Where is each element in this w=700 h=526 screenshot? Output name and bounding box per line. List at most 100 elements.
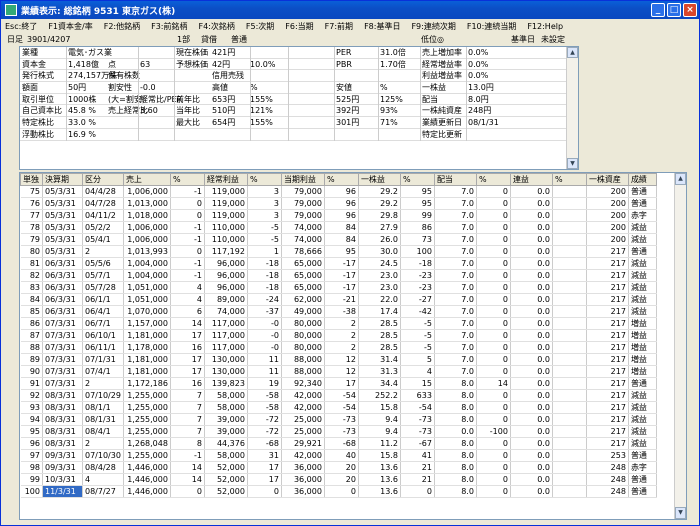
- column-header[interactable]: 経常利益: [203, 173, 248, 186]
- column-header[interactable]: 一株益: [357, 173, 401, 186]
- table-cell: 増益: [628, 317, 657, 330]
- table-cell: 58,000: [204, 389, 248, 402]
- info-scrollbar[interactable]: ▲ ▼: [566, 47, 578, 169]
- menu-f6[interactable]: F6:当期: [285, 21, 313, 32]
- table-cell: [552, 293, 587, 306]
- scroll-up-icon[interactable]: ▲: [567, 47, 578, 58]
- table-cell: 217: [586, 329, 629, 342]
- close-icon[interactable]: ×: [683, 3, 697, 17]
- table-row[interactable]: 81 06/3/31 05/5/6 1,004,000 -1 96,000 -18 65,00…: [20, 257, 657, 270]
- table-cell: [552, 257, 587, 270]
- table-row[interactable]: 83 06/3/31 05/7/28 1,051,000 4 96,000 -18 65,00…: [20, 281, 657, 294]
- maximize-icon[interactable]: □: [667, 3, 681, 17]
- table-row[interactable]: 100 11/3/31 08/7/27 1,446,000 0 52,000 0 36,000…: [20, 485, 657, 498]
- menu-f5[interactable]: F5:次期: [246, 21, 274, 32]
- table-row[interactable]: 99 10/3/31 4 1,446,000 14 52,000 17 36,000 20 13.…: [20, 473, 657, 486]
- info-cell: 13.0円: [468, 83, 494, 93]
- column-header[interactable]: 成績: [627, 173, 657, 186]
- grid-line: [250, 47, 251, 141]
- table-row[interactable]: 77 05/3/31 04/11/2 1,018,000 0 119,000 3 79,000…: [20, 209, 657, 222]
- menu-f2[interactable]: F2:他銘柄: [104, 21, 140, 32]
- column-header[interactable]: 売上: [122, 173, 171, 186]
- info-cell: 信用売残: [212, 71, 244, 81]
- table-cell: 2: [324, 317, 359, 330]
- table-cell: 78,666: [281, 245, 325, 258]
- table-row[interactable]: 90 07/3/31 07/4/1 1,181,000 17 130,000 11 88,00…: [20, 365, 657, 378]
- table-row[interactable]: 98 09/3/31 08/4/28 1,446,000 14 52,000 17 36,00…: [20, 461, 657, 474]
- info-cell: 525円: [336, 94, 360, 104]
- table-scrollbar[interactable]: ▲ ▼: [674, 173, 686, 519]
- table-row[interactable]: 97 09/3/31 07/10/30 1,255,000 -1 58,000 31 42,0…: [20, 449, 657, 462]
- info-cell: 業績更新日: [422, 118, 462, 128]
- table-cell: 1,181,000: [123, 365, 171, 378]
- minimize-icon[interactable]: _: [651, 3, 665, 17]
- table-row[interactable]: 79 05/3/31 05/4/1 1,006,000 -1 110,000 -5 74,00…: [20, 233, 657, 246]
- table-cell: 増益: [628, 341, 657, 354]
- table-cell: 6: [170, 305, 205, 318]
- column-header[interactable]: 配当: [433, 173, 477, 186]
- table-row[interactable]: 91 07/3/31 2 1,172,186 16 139,823 19 92,340 17 34…: [20, 377, 657, 390]
- menu-f12[interactable]: F12:Help: [527, 22, 563, 31]
- menu-esc[interactable]: Esc:終了: [5, 21, 37, 32]
- menu-f10[interactable]: F10:連続当期: [467, 21, 516, 32]
- menu-f4[interactable]: F4:次銘柄: [199, 21, 235, 32]
- table-cell: 39,000: [204, 425, 248, 438]
- menu-f9[interactable]: F9:連続次期: [411, 21, 455, 32]
- column-header[interactable]: 単独: [20, 173, 43, 186]
- table-cell: 0.0: [510, 413, 553, 426]
- menu-f3[interactable]: F3:前銘柄: [151, 21, 187, 32]
- info-cell: 配当: [422, 94, 438, 104]
- column-header[interactable]: %: [323, 173, 359, 186]
- column-header[interactable]: %: [551, 173, 587, 186]
- table-cell: 21: [400, 461, 435, 474]
- table-cell: [552, 197, 587, 210]
- table-row[interactable]: 93 08/3/31 08/1/1 1,255,000 7 58,000 -58 42,000…: [20, 401, 657, 414]
- info-cell: 0.0%: [468, 48, 489, 57]
- table-cell: 0: [476, 281, 511, 294]
- table-row[interactable]: 87 07/3/31 06/10/1 1,181,000 17 117,000 -0 80,0…: [20, 329, 657, 342]
- table-cell: 0.0: [510, 437, 553, 450]
- menu-f7[interactable]: F7:前期: [325, 21, 353, 32]
- table-cell: -27: [400, 293, 435, 306]
- column-header[interactable]: %: [399, 173, 435, 186]
- table-cell: 8: [170, 437, 205, 450]
- table-scroll-up-icon[interactable]: ▲: [675, 173, 686, 185]
- table-cell: 93: [20, 401, 43, 414]
- menu-f8[interactable]: F8:基準日: [364, 21, 400, 32]
- column-header[interactable]: %: [475, 173, 511, 186]
- table-cell: 0.0: [510, 185, 553, 198]
- table-cell: 80,000: [281, 341, 325, 354]
- info-cell: 392円: [336, 106, 360, 116]
- scroll-down-icon[interactable]: ▼: [567, 158, 578, 169]
- trade-label: 貸借: [201, 34, 217, 44]
- table-row[interactable]: 80 05/3/31 2 1,013,993 0 117,192 1 78,666 95 30.0…: [20, 245, 657, 258]
- table-row[interactable]: 85 06/3/31 06/4/1 1,070,000 6 74,000 -37 49,000…: [20, 305, 657, 318]
- column-header[interactable]: 当期利益: [280, 173, 325, 186]
- table-row[interactable]: 82 06/3/31 05/7/1 1,004,000 -1 96,000 -18 65,00…: [20, 269, 657, 282]
- table-row[interactable]: 88 07/3/31 06/11/1 1,178,000 16 117,000 -0 80,0…: [20, 341, 657, 354]
- info-cell: 0.0%: [468, 71, 489, 81]
- column-header[interactable]: 連益: [509, 173, 553, 186]
- table-cell: 217: [586, 341, 629, 354]
- title-bar[interactable]: 業績表示: 総銘柄 9531 東京ガス(株) _ □ ×: [1, 1, 699, 19]
- table-cell: 08/3/31: [42, 425, 83, 438]
- table-row[interactable]: 75 05/3/31 04/4/28 1,006,000 -1 119,000 3 79,00…: [20, 185, 657, 198]
- table-row[interactable]: 84 06/3/31 06/1/1 1,051,000 4 89,000 -24 62,000…: [20, 293, 657, 306]
- table-row[interactable]: 92 08/3/31 07/10/29 1,255,000 7 58,000 -58 42,0…: [20, 389, 657, 402]
- column-header[interactable]: 区分: [82, 173, 124, 186]
- column-header[interactable]: %: [169, 173, 205, 186]
- table-cell: 75: [20, 185, 43, 198]
- table-row[interactable]: 76 05/3/31 04/7/28 1,013,000 0 119,000 3 79,000…: [20, 197, 657, 210]
- table-row[interactable]: 95 08/3/31 08/4/1 1,255,000 7 39,000 -72 25,000…: [20, 425, 657, 438]
- column-header[interactable]: %: [246, 173, 282, 186]
- column-header[interactable]: 決算期: [42, 173, 83, 186]
- table-row[interactable]: 94 08/3/31 08/1/31 1,255,000 7 39,000 -72 25,00…: [20, 413, 657, 426]
- column-header[interactable]: 一株資産: [585, 173, 629, 186]
- menu-f1[interactable]: F1資本金/率: [48, 21, 92, 32]
- table-scroll-down-icon[interactable]: ▼: [675, 507, 686, 519]
- table-row[interactable]: 86 07/3/31 06/7/1 1,157,000 14 117,000 -0 80,00…: [20, 317, 657, 330]
- table-row[interactable]: 96 08/3/31 2 1,268,048 8 44,376 -68 29,921 -68 11…: [20, 437, 657, 450]
- table-row[interactable]: 89 07/3/31 07/1/31 1,181,000 17 130,000 11 88,0…: [20, 353, 657, 366]
- table-row[interactable]: 78 05/3/31 05/2/2 1,006,000 -1 110,000 -5 74,00…: [20, 221, 657, 234]
- table-cell: -73: [400, 425, 435, 438]
